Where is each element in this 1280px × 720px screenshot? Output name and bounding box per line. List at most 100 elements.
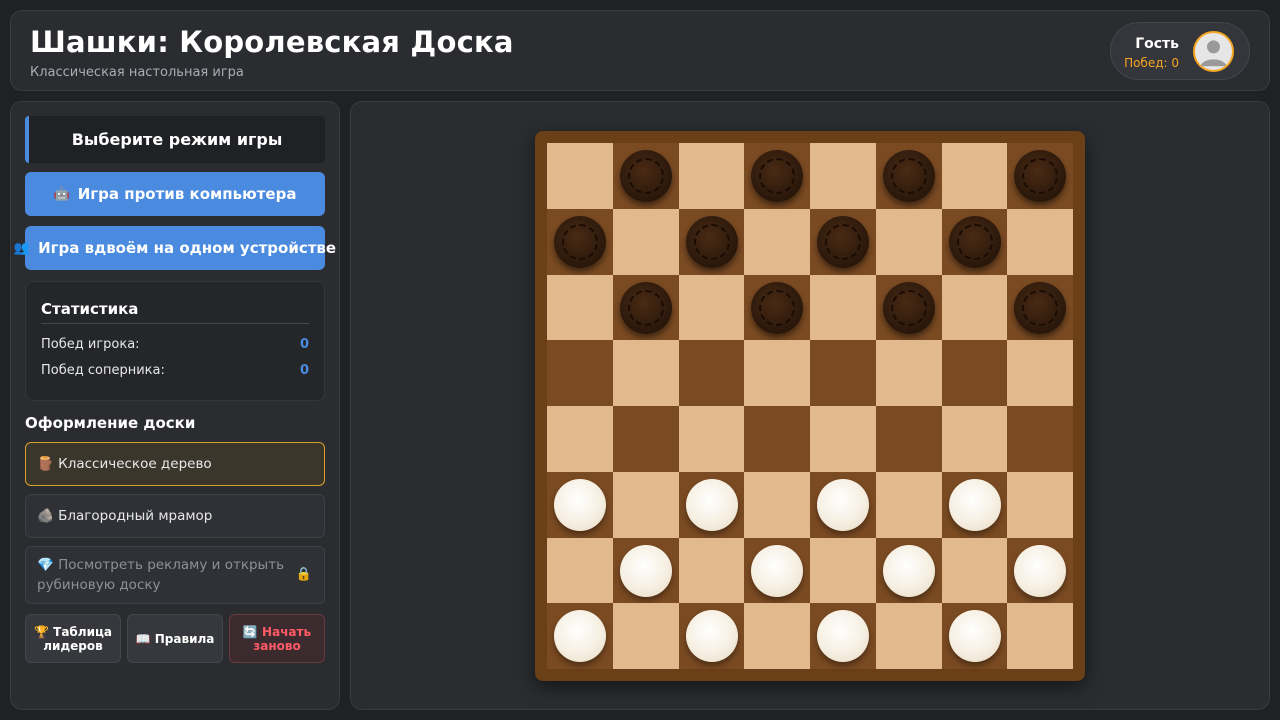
board-square[interactable] bbox=[547, 143, 613, 209]
black-checker[interactable] bbox=[619, 150, 672, 202]
white-checker[interactable] bbox=[685, 610, 738, 663]
user-profile[interactable]: Гость Побед: 0 bbox=[1110, 22, 1250, 80]
board-square[interactable] bbox=[875, 406, 942, 472]
rules-button[interactable]: 📖 Правила bbox=[127, 614, 223, 663]
board-square[interactable] bbox=[678, 274, 745, 341]
leaderboard-button[interactable]: 🏆 Таблица лидеров bbox=[25, 614, 121, 663]
black-checker[interactable] bbox=[554, 215, 606, 268]
board-square[interactable] bbox=[1007, 603, 1073, 669]
board-square[interactable] bbox=[810, 340, 876, 406]
board-square[interactable] bbox=[744, 471, 810, 538]
theme-ruby-locked[interactable]: 💎 Посмотреть рекламу и открыть рубиновую… bbox=[25, 546, 325, 604]
board-square[interactable] bbox=[612, 274, 679, 341]
white-checker[interactable] bbox=[685, 478, 738, 531]
white-checker[interactable] bbox=[817, 478, 869, 531]
black-checker[interactable] bbox=[751, 281, 804, 334]
black-checker[interactable] bbox=[882, 150, 935, 202]
board-square[interactable] bbox=[941, 471, 1008, 538]
board-square[interactable] bbox=[875, 208, 942, 275]
board-square[interactable] bbox=[678, 537, 745, 604]
board-square[interactable] bbox=[612, 537, 679, 604]
board-square[interactable] bbox=[941, 274, 1008, 341]
board-square[interactable] bbox=[1007, 208, 1073, 275]
board-square[interactable] bbox=[612, 143, 679, 209]
black-checker[interactable] bbox=[685, 215, 738, 268]
checkers-board[interactable] bbox=[547, 143, 1073, 669]
board-square[interactable] bbox=[875, 274, 942, 341]
board-square[interactable] bbox=[875, 471, 942, 538]
board-square[interactable] bbox=[941, 208, 1008, 275]
board-square[interactable] bbox=[875, 537, 942, 604]
white-checker[interactable] bbox=[882, 544, 935, 597]
board-square[interactable] bbox=[744, 208, 810, 275]
board-square[interactable] bbox=[678, 406, 745, 472]
white-checker[interactable] bbox=[817, 610, 869, 663]
board-square[interactable] bbox=[875, 143, 942, 209]
black-checker[interactable] bbox=[948, 215, 1001, 268]
board-square[interactable] bbox=[547, 340, 613, 406]
white-checker[interactable] bbox=[619, 544, 672, 597]
restart-button[interactable]: 🔄 Начать заново bbox=[229, 614, 325, 663]
board-square[interactable] bbox=[612, 603, 679, 669]
theme-marble[interactable]: 🪨 Благородный мрамор bbox=[25, 494, 325, 538]
black-checker[interactable] bbox=[619, 281, 672, 334]
board-square[interactable] bbox=[612, 471, 679, 538]
avatar[interactable] bbox=[1193, 31, 1234, 72]
two-players-button[interactable]: 👥 Игра вдвоём на одном устройстве bbox=[14, 226, 336, 270]
board-square[interactable] bbox=[1007, 274, 1073, 341]
board-square[interactable] bbox=[810, 143, 876, 209]
board-square[interactable] bbox=[1007, 406, 1073, 472]
black-checker[interactable] bbox=[817, 215, 869, 268]
board-square[interactable] bbox=[810, 471, 876, 538]
board-square[interactable] bbox=[612, 406, 679, 472]
board-square[interactable] bbox=[1007, 143, 1073, 209]
board-square[interactable] bbox=[547, 208, 613, 275]
board-square[interactable] bbox=[810, 603, 876, 669]
board-square[interactable] bbox=[810, 537, 876, 604]
board-square[interactable] bbox=[547, 406, 613, 472]
board-square[interactable] bbox=[941, 143, 1008, 209]
board-square[interactable] bbox=[941, 340, 1008, 406]
black-checker[interactable] bbox=[882, 281, 935, 334]
board-square[interactable] bbox=[744, 274, 810, 341]
board-square[interactable] bbox=[678, 603, 745, 669]
white-checker[interactable] bbox=[948, 478, 1001, 531]
board-square[interactable] bbox=[744, 143, 810, 209]
board-square[interactable] bbox=[744, 603, 810, 669]
board-square[interactable] bbox=[744, 340, 810, 406]
white-checker[interactable] bbox=[1014, 544, 1067, 597]
board-square[interactable] bbox=[678, 143, 745, 209]
board-square[interactable] bbox=[612, 208, 679, 275]
black-checker[interactable] bbox=[1014, 150, 1067, 202]
vs-computer-button[interactable]: 🤖 Игра против компьютера bbox=[25, 172, 325, 216]
board-square[interactable] bbox=[941, 406, 1008, 472]
board-square[interactable] bbox=[678, 340, 745, 406]
rules-label: Правила bbox=[154, 631, 215, 646]
black-checker[interactable] bbox=[1014, 281, 1067, 334]
theme-classic-wood[interactable]: 🪵 Классическое дерево bbox=[25, 442, 325, 486]
board-square[interactable] bbox=[678, 471, 745, 538]
board-square[interactable] bbox=[941, 537, 1008, 604]
board-square[interactable] bbox=[810, 406, 876, 472]
white-checker[interactable] bbox=[751, 544, 804, 597]
white-checker[interactable] bbox=[554, 610, 606, 663]
board-square[interactable] bbox=[678, 208, 745, 275]
board-square[interactable] bbox=[547, 471, 613, 538]
board-square[interactable] bbox=[547, 537, 613, 604]
board-square[interactable] bbox=[547, 274, 613, 341]
board-square[interactable] bbox=[1007, 537, 1073, 604]
board-square[interactable] bbox=[810, 208, 876, 275]
board-square[interactable] bbox=[810, 274, 876, 341]
board-square[interactable] bbox=[1007, 471, 1073, 538]
board-square[interactable] bbox=[1007, 340, 1073, 406]
board-square[interactable] bbox=[744, 537, 810, 604]
board-square[interactable] bbox=[744, 406, 810, 472]
board-square[interactable] bbox=[875, 340, 942, 406]
board-square[interactable] bbox=[941, 603, 1008, 669]
white-checker[interactable] bbox=[948, 610, 1001, 663]
black-checker[interactable] bbox=[751, 150, 804, 202]
board-square[interactable] bbox=[875, 603, 942, 669]
board-square[interactable] bbox=[612, 340, 679, 406]
board-square[interactable] bbox=[547, 603, 613, 669]
white-checker[interactable] bbox=[554, 478, 606, 531]
